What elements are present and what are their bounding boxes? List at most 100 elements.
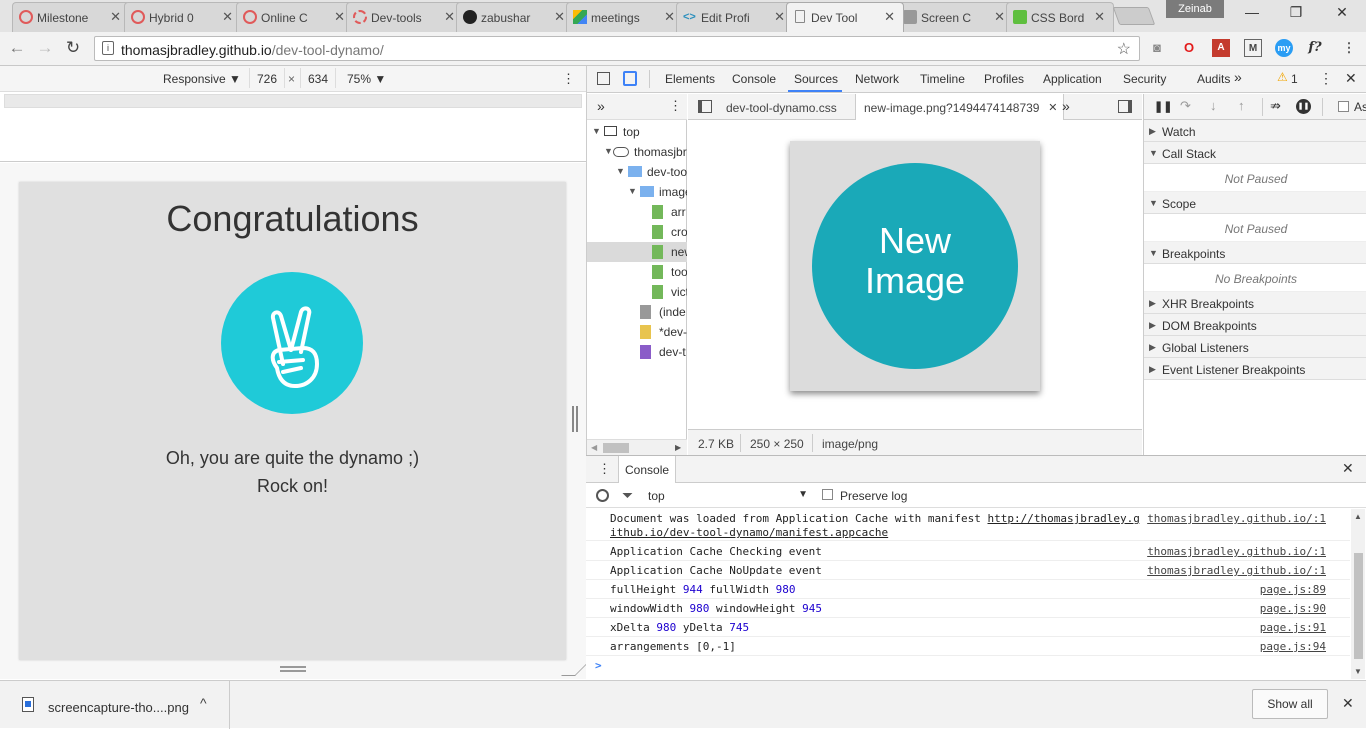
tree-item-file[interactable]: (inde	[659, 305, 687, 319]
more-editor-tabs-icon[interactable]: »	[1062, 98, 1070, 114]
tree-item-file[interactable]: *dev-	[659, 325, 687, 339]
window-close-icon[interactable]: ✕	[1332, 4, 1352, 21]
context-select[interactable]: top ▼	[648, 489, 808, 503]
drawer-tab-console[interactable]: Console	[618, 456, 677, 483]
section-global-listeners[interactable]: ▶ Global Listeners	[1144, 336, 1366, 358]
scroll-thumb[interactable]	[603, 443, 629, 453]
step-out-icon[interactable]: ↑	[1238, 98, 1245, 113]
section-dom-breakpoints[interactable]: ▶ DOM Breakpoints	[1144, 314, 1366, 336]
tab-edit-profile[interactable]: <> Edit Profi ✕	[676, 2, 794, 32]
tab-dev-tools[interactable]: Dev-tools ✕	[346, 2, 464, 32]
console-source-link[interactable]: page.js:91	[1260, 621, 1326, 634]
console-source-link[interactable]: page.js:90	[1260, 602, 1326, 615]
console-scrollbar[interactable]: ▲ ▼	[1351, 509, 1365, 679]
drawer-close-icon[interactable]: ✕	[1342, 460, 1354, 477]
console-source-link[interactable]: thomasjbradley.github.io/:1	[1147, 512, 1326, 525]
tree-item-file-selected[interactable]: new	[671, 245, 687, 259]
warning-count[interactable]: 1	[1291, 72, 1298, 86]
close-icon[interactable]: ✕	[554, 9, 565, 25]
toggle-debugger-icon[interactable]	[1118, 100, 1132, 113]
drawer-menu-icon[interactable]: ⋮	[598, 461, 611, 477]
back-icon[interactable]: ←	[6, 38, 28, 58]
tree-item-file[interactable]: vict	[671, 285, 687, 299]
menu-icon[interactable]: ⋮	[1340, 39, 1358, 57]
tab-sources[interactable]: Sources	[794, 72, 838, 86]
tree-item-domain[interactable]: thomasjbr	[634, 145, 687, 159]
scroll-left-icon[interactable]: ◀	[591, 443, 597, 452]
tree-expand-icon[interactable]: ▼	[604, 146, 613, 156]
address-bar[interactable]: i thomasjbradley.github.io/dev-tool-dyna…	[94, 36, 1140, 61]
restore-icon[interactable]: ❐	[1286, 4, 1306, 21]
forward-icon[interactable]: →	[34, 38, 56, 58]
toggle-navigator-icon[interactable]	[698, 100, 712, 113]
bookmark-star-icon[interactable]: ☆	[1117, 39, 1131, 59]
my-extension-icon[interactable]: my	[1275, 39, 1293, 57]
section-scope[interactable]: ▼ Scope	[1144, 192, 1366, 214]
scroll-down-icon[interactable]: ▼	[1354, 667, 1362, 676]
device-more-icon[interactable]: ⋮	[562, 71, 575, 87]
filter-icon[interactable]: ⏷	[622, 487, 633, 504]
section-breakpoints[interactable]: ▼ Breakpoints	[1144, 242, 1366, 264]
tab-console[interactable]: Console	[732, 72, 776, 86]
tree-item-top[interactable]: top	[623, 125, 640, 139]
pause-icon[interactable]: ❚❚	[1154, 100, 1172, 113]
console-prompt-row[interactable]: >	[586, 656, 1350, 675]
console-source-link[interactable]: thomasjbradley.github.io/:1	[1147, 545, 1326, 558]
close-icon[interactable]: ✕	[1094, 9, 1105, 25]
tab-milestone[interactable]: Milestone ✕	[12, 2, 130, 32]
close-icon[interactable]: ✕	[994, 9, 1005, 25]
close-icon[interactable]: ✕	[334, 9, 345, 25]
tree-item-file[interactable]: arr	[671, 205, 687, 219]
console-source-link[interactable]: thomasjbradley.github.io/:1	[1147, 564, 1326, 577]
tab-dev-tool-active[interactable]: Dev Tool ✕	[786, 2, 904, 32]
devtools-menu-icon[interactable]: ⋮	[1319, 70, 1333, 87]
tree-item-file[interactable]: dev-t	[659, 345, 687, 359]
clear-console-icon[interactable]	[596, 489, 609, 502]
section-watch[interactable]: ▶ Watch	[1144, 120, 1366, 142]
info-icon[interactable]: i	[102, 41, 114, 55]
minimize-icon[interactable]: —	[1242, 4, 1262, 20]
tab-application[interactable]: Application	[1043, 72, 1102, 86]
close-icon[interactable]: ✕	[222, 9, 233, 25]
async-checkbox[interactable]	[1338, 101, 1349, 112]
tab-audits[interactable]: Audits	[1197, 72, 1230, 86]
horizontal-resize-handle[interactable]	[572, 406, 578, 432]
close-icon[interactable]: ✕	[884, 9, 895, 25]
tree-item-file[interactable]: cro	[671, 225, 687, 239]
download-item[interactable]: screencapture-tho....png ^	[0, 681, 230, 729]
profile-button[interactable]: Zeinab	[1166, 0, 1224, 18]
pause-on-exceptions-icon[interactable]: ❚❚	[1296, 99, 1311, 114]
tree-item-file[interactable]: too	[671, 265, 687, 279]
function-extension-icon[interactable]: f?	[1306, 39, 1324, 57]
tree-item-folder[interactable]: dev-tool	[647, 165, 687, 179]
more-icon[interactable]: »	[597, 98, 605, 114]
section-call-stack[interactable]: ▼ Call Stack	[1144, 142, 1366, 164]
scroll-up-icon[interactable]: ▲	[1354, 512, 1362, 521]
chevron-up-icon[interactable]: ^	[200, 695, 207, 711]
tab-elements[interactable]: Elements	[665, 72, 715, 86]
tree-expand-icon[interactable]: ▼	[616, 166, 625, 176]
width-input[interactable]: 726	[249, 68, 285, 88]
device-toggle-icon[interactable]	[623, 71, 637, 86]
console-source-link[interactable]: page.js:89	[1260, 583, 1326, 596]
tab-timeline[interactable]: Timeline	[920, 72, 965, 86]
opera-extension-icon[interactable]: O	[1180, 39, 1198, 57]
devtools-close-icon[interactable]: ✕	[1345, 70, 1357, 87]
reload-icon[interactable]: ↻	[62, 38, 84, 58]
scroll-thumb[interactable]	[1354, 553, 1363, 659]
camera-extension-icon[interactable]: ◙	[1148, 39, 1166, 57]
close-icon[interactable]: ✕	[774, 9, 785, 25]
tree-expand-icon[interactable]: ▼	[628, 186, 637, 196]
step-into-icon[interactable]: ↓	[1210, 98, 1217, 113]
editor-tab-image[interactable]: new-image.png?1494474148739 ✕	[855, 94, 1065, 120]
section-xhr-breakpoints[interactable]: ▶ XHR Breakpoints	[1144, 292, 1366, 314]
tab-github[interactable]: zabushar ✕	[456, 2, 574, 32]
close-icon[interactable]: ✕	[444, 9, 455, 25]
close-icon[interactable]: ✕	[664, 9, 675, 25]
navigator-horizontal-scrollbar[interactable]: ◀ ▶	[587, 439, 687, 455]
tab-css-border[interactable]: CSS Bord ✕	[1006, 2, 1114, 32]
preserve-log-checkbox[interactable]	[822, 489, 833, 500]
tree-item-images[interactable]: image	[659, 185, 687, 199]
close-icon[interactable]: ✕	[110, 9, 121, 25]
manifest-link-continued[interactable]: ithub.io/dev-tool-dynamo/manifest.appcac…	[610, 526, 888, 539]
